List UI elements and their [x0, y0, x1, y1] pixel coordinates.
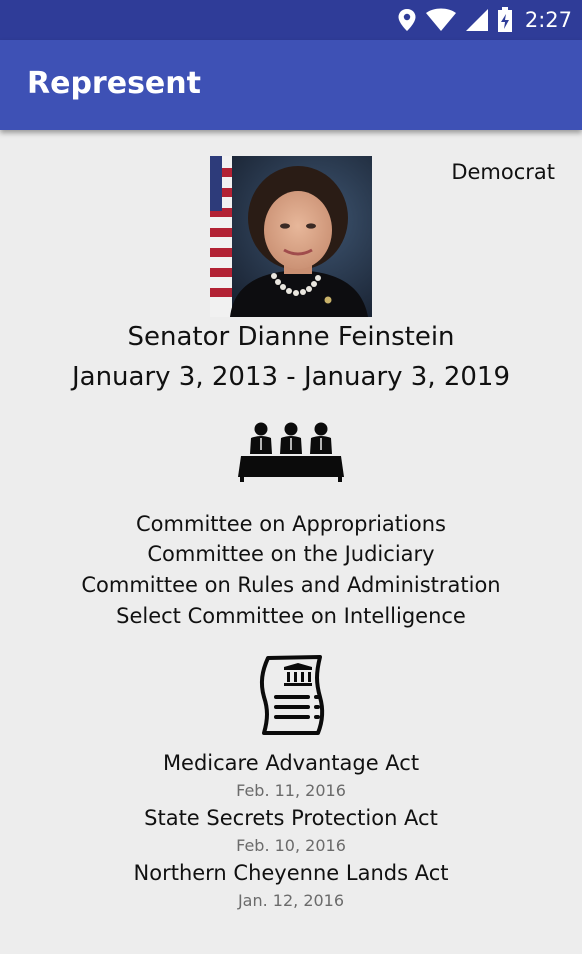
bill-title: Medicare Advantage Act: [162, 751, 420, 775]
wifi-icon: [425, 8, 456, 31]
committee-item: Committee on Rules and Administration: [81, 573, 501, 597]
flag-graphic: [210, 156, 232, 317]
bill-date: Feb. 11, 2016: [236, 781, 346, 800]
status-icons: 2:27: [397, 6, 572, 34]
app-bar: Represent: [0, 40, 582, 130]
location-icon: [398, 9, 416, 31]
bill-title: Northern Cheyenne Lands Act: [133, 861, 449, 885]
committee-item: Committee on Appropriations: [136, 512, 446, 536]
bill-date: Feb. 10, 2016: [236, 836, 346, 855]
term-dates: January 3, 2013 - January 3, 2019: [71, 362, 511, 392]
committee-item: Committee on the Judiciary: [147, 542, 435, 566]
representative-detail: Democrat Senator Dianne Feinstein Januar…: [0, 130, 582, 954]
portrait-photo: [210, 156, 372, 317]
party-label: Democrat: [451, 160, 555, 184]
committee-item: Select Committee on Intelligence: [116, 604, 466, 628]
bill-title: State Secrets Protection Act: [144, 806, 438, 830]
bill-document-icon: [259, 655, 325, 735]
battery-icon: [497, 7, 512, 32]
committee-icon: [238, 422, 344, 482]
status-time: 2:27: [524, 8, 572, 32]
status-bar: 2:27: [0, 0, 582, 40]
bill-date: Jan. 12, 2016: [237, 891, 345, 910]
app-title: Represent: [27, 66, 201, 101]
signal-icon: [465, 9, 488, 31]
representative-name: Senator Dianne Feinstein: [127, 322, 455, 352]
